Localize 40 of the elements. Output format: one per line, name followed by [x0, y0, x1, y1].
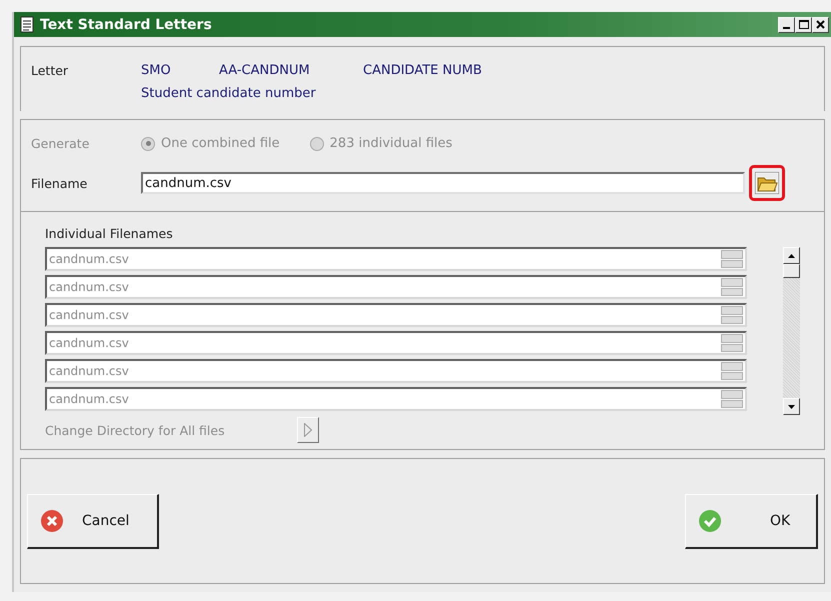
radio-label: 283 individual files — [330, 136, 452, 151]
maximize-icon — [798, 20, 808, 29]
browse-button[interactable] — [749, 165, 785, 201]
radio-label: One combined file — [161, 136, 280, 151]
scroll-down-button[interactable] — [783, 398, 800, 415]
minimize-button[interactable] — [778, 16, 795, 32]
ok-button[interactable]: OK — [685, 494, 818, 548]
spin-icon — [721, 362, 743, 380]
window-title: Text Standard Letters — [40, 16, 213, 32]
section-title: Individual Filenames — [45, 226, 174, 241]
generate-label: Generate — [31, 136, 90, 151]
spin-icon — [721, 390, 743, 408]
change-directory-button[interactable] — [297, 417, 319, 443]
spin-icon — [721, 334, 743, 352]
scroll-up-button[interactable] — [783, 247, 800, 264]
close-button[interactable] — [812, 16, 829, 32]
cancel-button[interactable]: Cancel — [27, 494, 159, 548]
down-arrow-icon — [788, 404, 795, 408]
spin-icon — [721, 278, 743, 296]
play-arrow-icon — [304, 423, 312, 437]
cancel-icon — [40, 508, 64, 532]
filename-field[interactable]: candnum.csv — [141, 172, 745, 194]
letter-label: Letter — [31, 63, 70, 78]
minimize-icon — [783, 26, 790, 28]
check-icon — [698, 508, 722, 532]
spin-icon — [721, 306, 743, 324]
scroll-thumb[interactable] — [783, 264, 800, 278]
close-icon — [816, 20, 825, 29]
letter-name: CANDIDATE NUMB — [363, 63, 482, 78]
letter-id: AA-CANDNUM — [219, 63, 311, 78]
change-directory-label: Change Directory for All files — [45, 422, 226, 438]
folder-icon — [755, 172, 779, 194]
filename-label: Filename — [31, 176, 88, 190]
letter-code: SMO — [141, 63, 172, 78]
up-arrow-icon — [788, 254, 795, 258]
document-icon — [20, 16, 34, 33]
scrollbar[interactable] — [783, 247, 800, 415]
maximize-button[interactable] — [795, 16, 812, 32]
spin-icon — [721, 250, 743, 268]
letter-description: Student candidate number — [141, 86, 316, 101]
